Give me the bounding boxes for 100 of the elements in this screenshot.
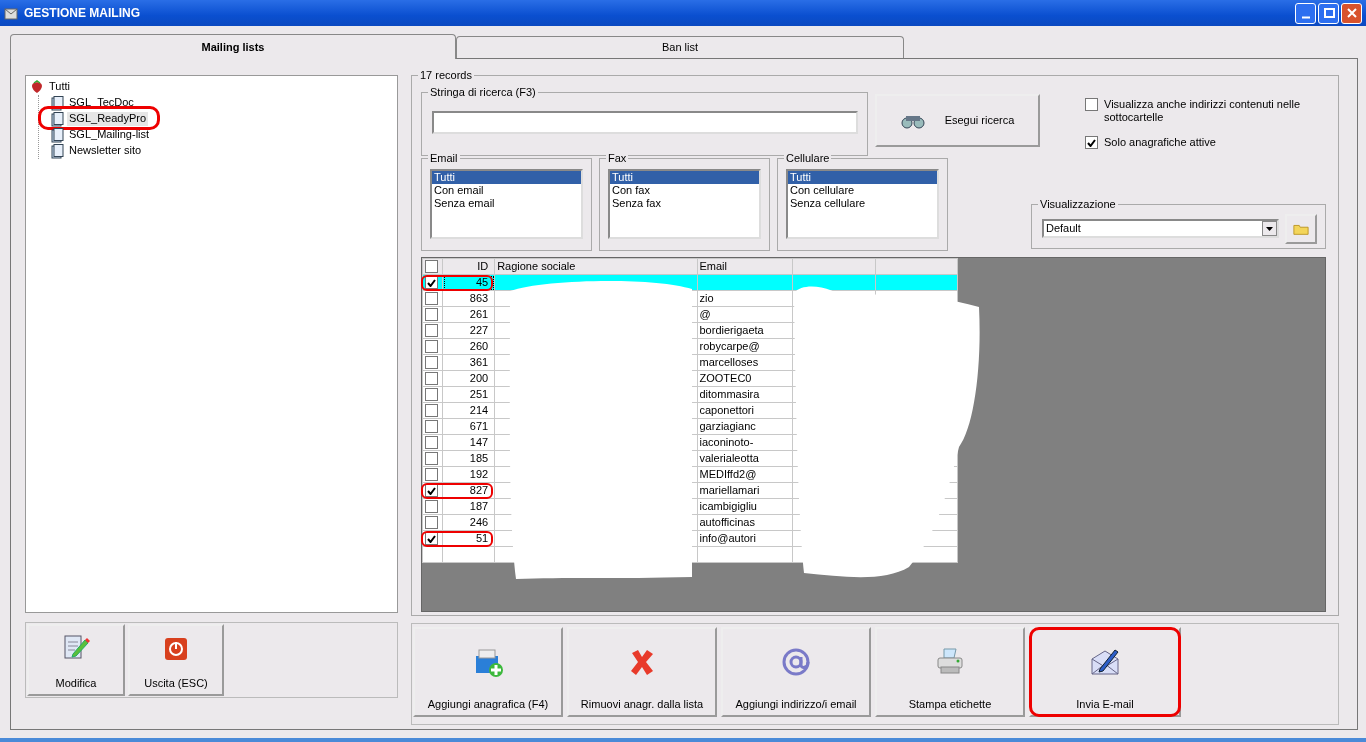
row-checkbox[interactable] bbox=[425, 356, 438, 369]
check-icon bbox=[427, 278, 436, 287]
table-cell: 187 bbox=[469, 499, 489, 512]
table-cell: zio bbox=[699, 291, 714, 304]
row-checkbox[interactable] bbox=[425, 436, 438, 449]
table-cell: 261 bbox=[469, 307, 489, 320]
table-cell: 361 bbox=[469, 355, 489, 368]
list-item[interactable]: Tutti bbox=[610, 171, 759, 184]
table-cell: 227 bbox=[469, 323, 489, 336]
table-cell: 251 bbox=[469, 387, 489, 400]
action-button[interactable]: Stampa etichette bbox=[875, 627, 1025, 717]
folder-button[interactable] bbox=[1285, 213, 1317, 244]
select-all-checkbox[interactable] bbox=[425, 260, 438, 273]
table-cell: @ bbox=[699, 307, 711, 320]
column-header[interactable]: ID bbox=[442, 258, 495, 275]
row-checkbox[interactable] bbox=[425, 324, 438, 337]
row-checkbox[interactable] bbox=[425, 420, 438, 433]
maximize-icon bbox=[1321, 6, 1336, 20]
group-title: Visualizzazione bbox=[1038, 198, 1118, 211]
row-checkbox[interactable] bbox=[425, 468, 438, 481]
table-cell: icambigigliu bbox=[699, 499, 757, 512]
row-checkbox[interactable] bbox=[425, 516, 438, 529]
close-icon bbox=[1344, 6, 1359, 20]
list-item[interactable]: Senza cellulare bbox=[788, 197, 937, 210]
option-label: Solo anagrafiche attive bbox=[1104, 136, 1216, 150]
table-cell: ZOOTEC0 bbox=[699, 371, 752, 384]
envelope-pen-icon bbox=[1090, 647, 1120, 677]
action-button[interactable]: Aggiungi indirizzo/i email bbox=[721, 627, 871, 717]
table-cell: info@autori bbox=[699, 531, 756, 544]
group-title: Stringa di ricerca (F3) bbox=[428, 86, 538, 99]
list-item[interactable]: Con email bbox=[432, 184, 581, 197]
list-item[interactable]: Senza fax bbox=[610, 197, 759, 210]
table-cell: 51 bbox=[475, 531, 489, 544]
list-item[interactable]: Con fax bbox=[610, 184, 759, 197]
table-cell: valerialeotta bbox=[699, 451, 759, 464]
table-cell: bordierigaeta bbox=[699, 323, 764, 336]
list-item[interactable]: Senza email bbox=[432, 197, 581, 210]
table-cell: iaconinoto- bbox=[699, 435, 754, 448]
search-field[interactable] bbox=[432, 111, 858, 134]
table-cell: robycarpe@ bbox=[699, 339, 760, 352]
tree-item[interactable]: Tutti bbox=[47, 80, 72, 94]
group-title: 17 records bbox=[418, 69, 474, 82]
search-button[interactable]: Esegui ricerca bbox=[875, 94, 1040, 147]
checkbox[interactable] bbox=[1085, 136, 1098, 150]
group-title: Fax bbox=[606, 152, 629, 165]
table-cell: 671 bbox=[469, 419, 489, 432]
table-cell: autofficinas bbox=[699, 515, 755, 528]
tab[interactable]: Mailing lists bbox=[10, 34, 456, 59]
checkbox[interactable] bbox=[1085, 98, 1098, 111]
tree-item[interactable]: SGL_ReadyPro bbox=[67, 112, 149, 126]
tab[interactable]: Ban list bbox=[456, 36, 904, 58]
table-cell: mariellamari bbox=[699, 483, 760, 496]
table-cell: 827 bbox=[469, 483, 489, 496]
document-icon bbox=[51, 143, 64, 159]
tree-item[interactable]: SGL_Mailing-list bbox=[67, 128, 152, 142]
row-checkbox[interactable] bbox=[425, 308, 438, 321]
row-checkbox[interactable] bbox=[425, 372, 438, 385]
table-cell: 260 bbox=[469, 339, 489, 352]
action-button[interactable]: Rimuovi anagr. dalla lista bbox=[567, 627, 717, 717]
at-sign-icon bbox=[781, 647, 811, 677]
close-button[interactable] bbox=[1341, 2, 1362, 24]
action-button[interactable]: Aggiungi anagrafica (F4) bbox=[413, 627, 563, 717]
action-button[interactable]: Invia E-mail bbox=[1029, 627, 1181, 717]
list-item[interactable]: Tutti bbox=[432, 171, 581, 184]
printer-icon bbox=[935, 647, 965, 677]
view-dropdown[interactable]: Default bbox=[1042, 219, 1279, 238]
row-checkbox[interactable] bbox=[425, 292, 438, 305]
tree-item[interactable]: Newsletter sito bbox=[67, 144, 144, 158]
strawberry-icon bbox=[30, 80, 44, 94]
table-cell: 863 bbox=[469, 291, 489, 304]
list-item[interactable]: Con cellulare bbox=[788, 184, 937, 197]
table-cell: 214 bbox=[469, 403, 489, 416]
document-icon bbox=[51, 127, 64, 143]
table-cell: 192 bbox=[469, 467, 489, 480]
mail-icon bbox=[4, 6, 18, 20]
tree-item[interactable]: SGL_TecDoc bbox=[67, 96, 136, 110]
document-icon bbox=[51, 111, 64, 127]
group-title: Cellulare bbox=[784, 152, 832, 165]
minimize-button[interactable] bbox=[1295, 2, 1316, 24]
row-checkbox[interactable] bbox=[425, 452, 438, 465]
add-folder-icon bbox=[473, 647, 503, 677]
row-checkbox[interactable] bbox=[425, 500, 438, 513]
toolbar-button[interactable]: Uscita (ESC) bbox=[128, 624, 224, 696]
toolbar-button[interactable]: Modifica bbox=[27, 624, 125, 696]
table-cell: marcelloses bbox=[699, 355, 759, 368]
column-header[interactable]: Ragione sociale bbox=[494, 258, 697, 275]
check-icon bbox=[427, 534, 436, 543]
maximize-button[interactable] bbox=[1318, 2, 1339, 24]
table-cell: 185 bbox=[469, 451, 489, 464]
table-cell: 45 bbox=[475, 275, 489, 288]
row-checkbox[interactable] bbox=[425, 340, 438, 353]
column-header[interactable]: Email bbox=[697, 258, 793, 275]
row-checkbox[interactable] bbox=[425, 404, 438, 417]
table-cell: caponettori bbox=[699, 403, 754, 416]
group-title: Email bbox=[428, 152, 460, 165]
table-cell: ditommasira bbox=[699, 387, 760, 400]
check-icon bbox=[1087, 138, 1096, 147]
check-icon bbox=[427, 486, 436, 495]
row-checkbox[interactable] bbox=[425, 388, 438, 401]
list-item[interactable]: Tutti bbox=[788, 171, 937, 184]
